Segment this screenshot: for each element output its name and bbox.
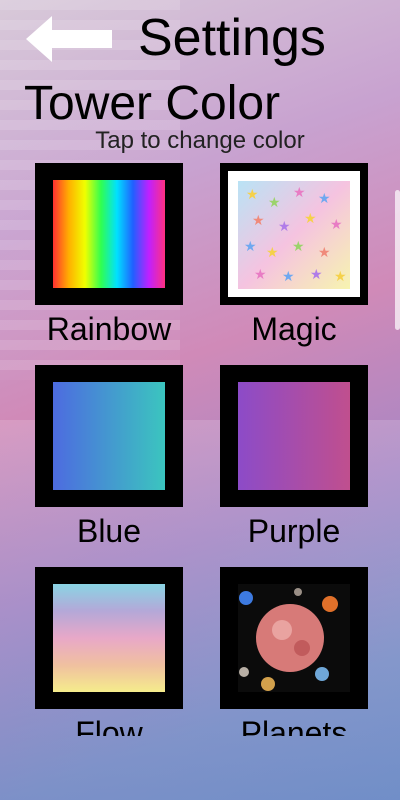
color-option-label: Rainbow xyxy=(46,311,172,347)
svg-text:★: ★ xyxy=(318,191,331,207)
svg-text:★: ★ xyxy=(244,239,257,255)
svg-text:★: ★ xyxy=(293,185,306,201)
purple-swatch xyxy=(238,382,350,490)
color-option-planets[interactable]: Planets xyxy=(220,567,368,736)
svg-text:★: ★ xyxy=(310,267,323,283)
magic-swatch: ★ ★ ★ ★ ★ ★ ★ ★ ★ ★ ★ ★ ★ ★ ★ ★ xyxy=(238,181,350,289)
svg-text:★: ★ xyxy=(330,217,343,233)
planets-swatch xyxy=(238,584,350,692)
flow-swatch xyxy=(53,584,165,692)
svg-text:★: ★ xyxy=(282,269,295,285)
svg-text:★: ★ xyxy=(318,245,331,261)
swatch-frame-selected: ★ ★ ★ ★ ★ ★ ★ ★ ★ ★ ★ ★ ★ ★ ★ ★ xyxy=(220,163,368,305)
page-title: Settings xyxy=(138,9,326,67)
color-option-flow[interactable]: Flow xyxy=(35,567,183,736)
svg-text:★: ★ xyxy=(252,213,265,229)
svg-text:★: ★ xyxy=(246,187,259,203)
blue-swatch xyxy=(53,382,165,490)
scrollbar[interactable] xyxy=(395,190,400,330)
color-options-grid: Rainbow ★ ★ ★ ★ ★ ★ ★ ★ ★ ★ ★ ★ ★ ★ ★ ★ … xyxy=(0,160,400,736)
planets-icon xyxy=(239,588,338,691)
svg-text:★: ★ xyxy=(304,211,317,227)
swatch-frame xyxy=(220,365,368,507)
section-title: Tower Color xyxy=(24,77,281,130)
hint-text: Tap to change color xyxy=(95,127,305,154)
svg-text:★: ★ xyxy=(268,195,281,211)
color-option-label: Magic xyxy=(251,311,337,347)
arrow-left-icon xyxy=(26,16,112,62)
color-option-label: Planets xyxy=(240,715,348,736)
svg-text:★: ★ xyxy=(278,219,291,235)
color-option-purple[interactable]: Purple xyxy=(220,365,368,551)
svg-text:★: ★ xyxy=(266,245,279,261)
swatch-frame xyxy=(35,163,183,305)
swatch-frame xyxy=(35,567,183,709)
svg-text:★: ★ xyxy=(334,269,347,285)
rainbow-swatch xyxy=(53,180,165,288)
color-option-magic[interactable]: ★ ★ ★ ★ ★ ★ ★ ★ ★ ★ ★ ★ ★ ★ ★ ★ Magic xyxy=(220,163,368,349)
stars-icon: ★ ★ ★ ★ ★ ★ ★ ★ ★ ★ ★ ★ ★ ★ ★ ★ xyxy=(244,185,347,285)
back-button[interactable] xyxy=(26,14,116,64)
color-option-rainbow[interactable]: Rainbow xyxy=(35,163,183,349)
color-option-blue[interactable]: Blue xyxy=(35,365,183,551)
swatch-frame xyxy=(220,567,368,709)
color-option-label: Blue xyxy=(76,513,142,549)
swatch-frame xyxy=(35,365,183,507)
color-option-label: Purple xyxy=(247,513,341,549)
color-option-label: Flow xyxy=(75,715,143,736)
svg-text:★: ★ xyxy=(254,267,267,283)
svg-text:★: ★ xyxy=(292,239,305,255)
